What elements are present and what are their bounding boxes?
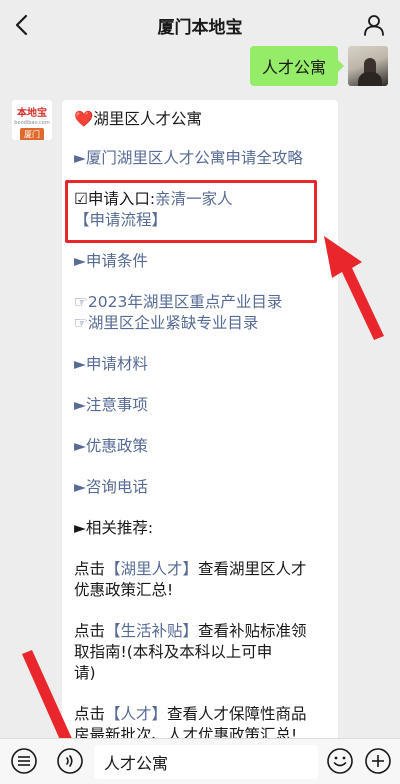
paragraph-text: 查看湖里区人才 [198,560,307,578]
plus-icon[interactable] [364,747,392,775]
bot-avatar-domain: bendibao.com [14,120,50,126]
heart-icon: ❤️ [74,110,94,128]
my-avatar[interactable] [348,46,388,86]
chat-header: 厦门本地宝 [0,0,400,50]
back-arrow-icon[interactable] [10,12,36,38]
paragraph-subsidy: 点击【生活补贴】查看补贴标准领 [74,621,326,642]
apply-prefix: ☑申请入口: [74,190,156,208]
bot-avatar-city: 厦门 [20,128,44,140]
apply-entry: ☑申请入口:亲清一家人 [74,189,326,210]
bot-message-bubble: ❤️湖里区人才公寓 ►厦门湖里区人才公寓申请全攻略 ☑申请入口:亲清一家人 【申… [62,100,338,740]
my-message-bubble[interactable]: 人才公寓 [249,46,345,86]
chat-title: 厦门本地宝 [157,17,243,38]
paragraph-talent: 点击【人才】查看人才保障性商品 [74,704,326,725]
paragraph-hr-talent: 点击【湖里人才】查看湖里区人才 [74,559,326,580]
person-icon[interactable] [362,13,386,37]
bubble-title: ❤️湖里区人才公寓 [74,109,326,130]
catalog-shortage-link[interactable]: ☞湖里区企业紧缺专业目录 [74,313,326,334]
message-input[interactable]: 人才公寓 [94,745,318,779]
hr-talent-link[interactable]: 【湖里人才】 [105,560,198,578]
apply-link[interactable]: 亲清一家人 [155,190,233,208]
message-input-value: 人才公寓 [104,754,169,773]
paragraph-text: 查看人才保障性商品 [167,705,307,723]
paragraph-text: 查看补贴标准领 [198,622,307,640]
materials-link[interactable]: ►申请材料 [74,354,326,375]
annotation-arrow-icon [324,236,384,340]
bot-avatar-logo: 本地宝 [17,108,47,119]
paragraph-text: 点击 [74,560,106,578]
conditions-link[interactable]: ►申请条件 [74,251,326,272]
policy-link[interactable]: ►优惠政策 [74,436,326,457]
voice-icon[interactable] [56,747,84,775]
phone-link[interactable]: ►咨询电话 [74,477,326,498]
subsidy-link[interactable]: 【生活补贴】 [105,622,198,640]
paragraph-text: 优惠政策汇总! [74,581,174,599]
notes-link[interactable]: ►注意事项 [74,395,326,416]
related-heading: ►相关推荐: [74,519,154,537]
catalog-2023-link[interactable]: ☞2023年湖里区重点产业目录 [74,292,326,313]
input-bar: 人才公寓 [0,738,400,784]
process-link[interactable]: 【申请流程】 [74,210,326,231]
avatar-figure-body [358,72,382,86]
my-message-text: 人才公寓 [261,58,326,77]
menu-list-icon[interactable] [10,747,38,775]
bubble-title-text: 湖里区人才公寓 [93,110,202,128]
paragraph-text: 请) [74,664,96,682]
guide-link[interactable]: ►厦门湖里区人才公寓申请全攻略 [74,148,326,169]
emoji-icon[interactable] [326,747,354,775]
bot-avatar[interactable]: 本地宝 bendibao.com 厦门 [12,100,52,140]
paragraph-text: 取指南!(本科及本科以上可申 [74,643,273,661]
talent-link[interactable]: 【人才】 [105,705,167,723]
paragraph-text: 点击 [74,622,106,640]
